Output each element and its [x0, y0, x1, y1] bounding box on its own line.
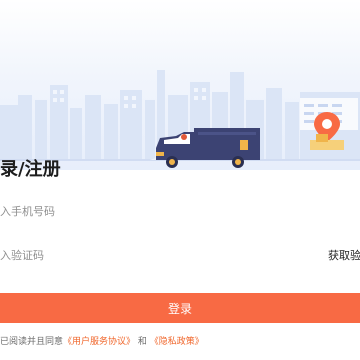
privacy-policy-link[interactable]: 《隐私政策》 [150, 337, 204, 347]
page-title: 录/注册 [0, 159, 61, 180]
agreement-prefix: 已阅读并且同意 [0, 337, 64, 347]
agreement-conjunction: 和 [137, 337, 147, 347]
get-verification-code-button[interactable]: 获取验 [328, 247, 360, 263]
verification-code-input[interactable] [0, 244, 300, 266]
truck-illustration [156, 128, 260, 168]
phone-number-input[interactable] [0, 200, 330, 222]
login-button[interactable]: 登录 [0, 293, 360, 323]
agreement-text: 已阅读并且同意《用户服务协议》 和 《隐私政策》 [0, 334, 204, 347]
location-pin-icon [310, 112, 344, 150]
hero-illustration [0, 0, 360, 170]
user-agreement-link[interactable]: 《用户服务协议》 [63, 337, 135, 347]
